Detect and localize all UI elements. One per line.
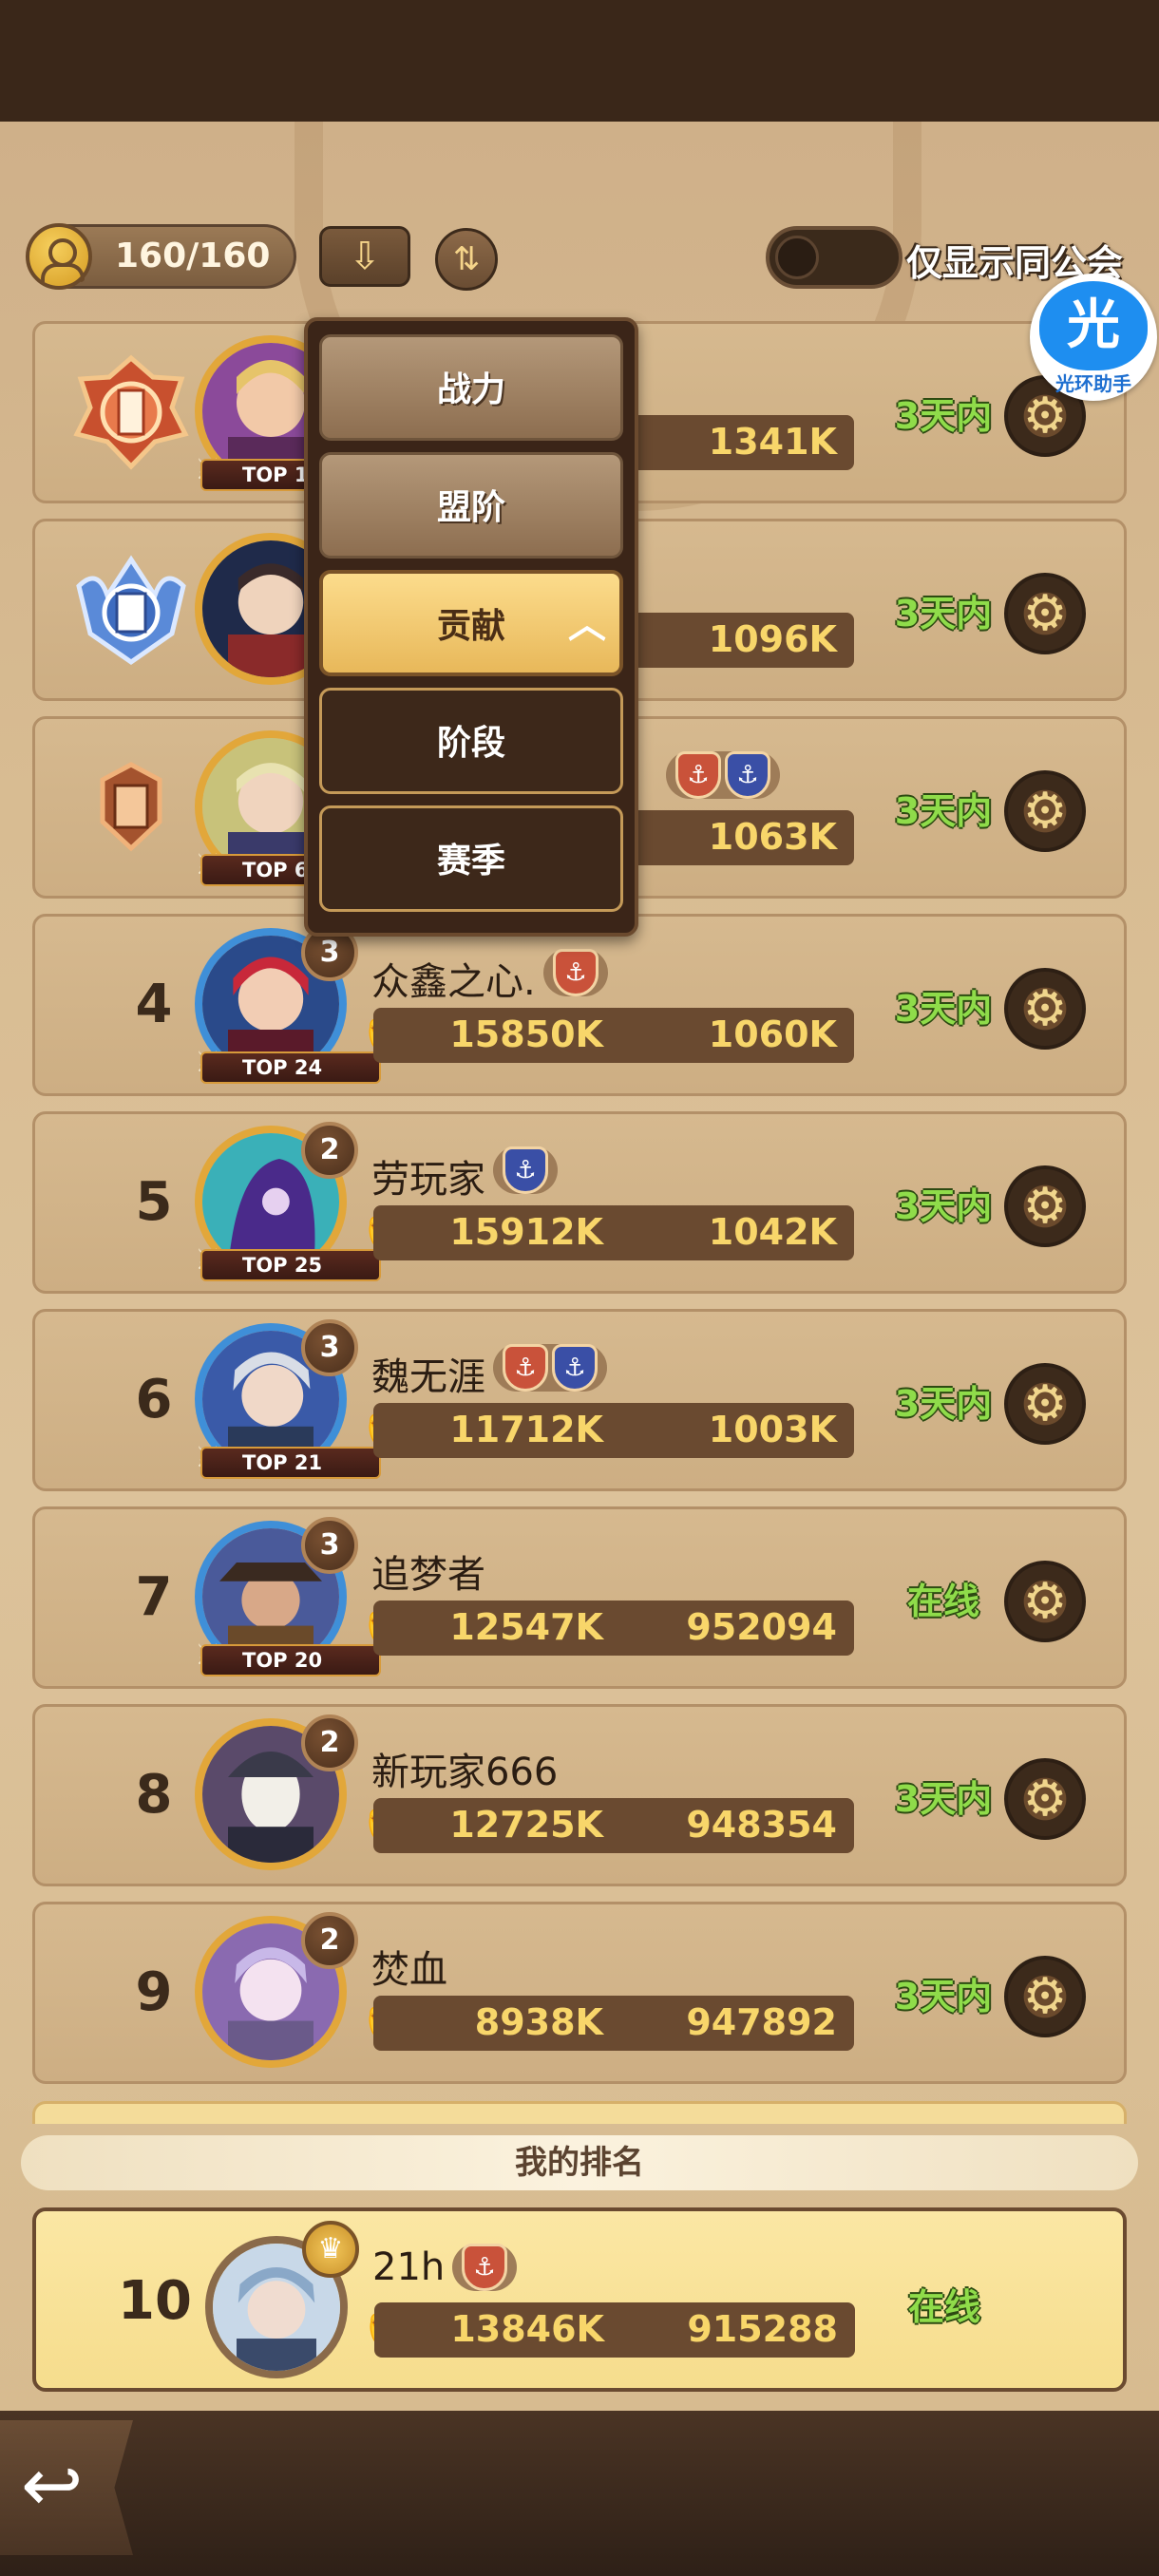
partial-row xyxy=(32,2101,1127,2124)
bottom-bar xyxy=(0,2411,1159,2576)
helper-label: 光环助手 xyxy=(1055,372,1131,395)
contribution-value: 1042K xyxy=(607,1205,854,1260)
player-name: 焚血 xyxy=(371,1948,447,1992)
contribution-value: 915288 xyxy=(608,2302,855,2358)
top-tag: TOP 21 xyxy=(200,1447,381,1479)
contribution-value: 1063K xyxy=(607,810,854,865)
contribution-value: 1003K xyxy=(607,1403,854,1458)
rank-row-4[interactable]: 4 3 ⚔ TOP 24 众鑫之心. ⚓ ✊ 15850K 🏆 1060K 3天… xyxy=(32,914,1127,1096)
gear-icon[interactable]: ⚙ xyxy=(1004,1758,1086,1840)
order-toggle-button[interactable]: ⇅ xyxy=(435,228,498,291)
rank-number: 10 xyxy=(118,2270,192,2332)
player-name: 21h xyxy=(372,2245,446,2289)
power-value: 13846K xyxy=(374,2302,621,2358)
caret-up-icon: ︿ xyxy=(568,603,606,647)
power-value: 15850K xyxy=(373,1008,620,1063)
top-tag: TOP 25 xyxy=(200,1249,381,1281)
gear-icon[interactable]: ⚙ xyxy=(1004,1165,1086,1247)
player-name: 追梦者 xyxy=(371,1553,485,1597)
gear-icon[interactable]: ⚙ xyxy=(1004,573,1086,654)
contribution-value: 948354 xyxy=(607,1798,854,1853)
player-name: 魏无涯 xyxy=(371,1355,485,1399)
top-tag: TOP 20 xyxy=(200,1644,381,1676)
power-value: 8938K xyxy=(373,1996,620,2051)
sort-option-label: 贡献 xyxy=(436,607,505,646)
anchor-blue-icon: ⚓ xyxy=(725,751,770,799)
member-count-text: 160/160 xyxy=(115,237,271,275)
power-value: 12547K xyxy=(373,1601,620,1656)
member-count: 160/160 xyxy=(26,223,296,290)
power-value: 12725K xyxy=(373,1798,620,1853)
member-icon xyxy=(26,223,92,290)
rank-2-medal-icon xyxy=(76,555,186,666)
sort-icon: ⇩ xyxy=(349,235,381,278)
anchor-red-icon: ⚓ xyxy=(503,1344,548,1392)
sort-option-contribution[interactable]: 贡献 ︿ xyxy=(319,570,623,676)
anchor-blue-icon: ⚓ xyxy=(503,1146,548,1194)
level-badge: 3 xyxy=(301,1517,358,1574)
top-tag: TOP 24 xyxy=(200,1051,381,1084)
sort-option-alliance-rank[interactable]: 盟阶 xyxy=(319,452,623,559)
power-value: 11712K xyxy=(373,1403,620,1458)
gear-icon[interactable]: ⚙ xyxy=(1004,1561,1086,1642)
player-name: 新玩家666 xyxy=(371,1751,559,1794)
gear-icon[interactable]: ⚙ xyxy=(1004,770,1086,852)
sort-dropdown: 战力 盟阶 贡献 ︿ 阶段 赛季 xyxy=(304,317,638,937)
rank-1-medal-icon xyxy=(73,354,189,470)
level-badge: 3 xyxy=(301,1319,358,1376)
helper-logo-icon: 光 xyxy=(1039,281,1148,370)
top-bar xyxy=(0,0,1159,122)
order-icon: ⇅ xyxy=(452,240,481,278)
guild-icons: ⚓ ⚓ xyxy=(493,1344,607,1392)
contribution-value: 947892 xyxy=(607,1996,854,2051)
sort-option-power[interactable]: 战力 xyxy=(319,334,623,441)
power-value: 15912K xyxy=(373,1205,620,1260)
online-status: 在线 xyxy=(907,2286,980,2328)
rank-row-9[interactable]: 9 2 焚血 ✊ 8938K 🏆 947892 3天内 ⚙ xyxy=(32,1902,1127,2084)
player-name: 众鑫之心. xyxy=(371,960,536,1004)
contribution-value: 1096K xyxy=(607,613,854,668)
guild-icons: ⚓ xyxy=(452,2244,517,2291)
helper-app-badge[interactable]: 光 光环助手 xyxy=(1030,274,1157,401)
contribution-value: 952094 xyxy=(607,1601,854,1656)
rank-row-5[interactable]: 5 2 ⚔ TOP 25 劳玩家 ⚓ ✊ 15912K 🏆 1042K 3天内 … xyxy=(32,1111,1127,1294)
level-badge: 2 xyxy=(301,1714,358,1771)
anchor-red-icon: ⚓ xyxy=(675,751,721,799)
gear-icon[interactable]: ⚙ xyxy=(1004,1956,1086,2037)
rank-row-7[interactable]: 7 3 ⚔ TOP 20 追梦者 ✊ 12547K 🏆 952094 在线 ⚙ xyxy=(32,1506,1127,1689)
toggle-knob xyxy=(775,236,819,279)
back-button[interactable]: ↩ xyxy=(0,2420,133,2555)
level-badge: 2 xyxy=(301,1122,358,1179)
rank-3-medal-icon xyxy=(100,762,162,852)
my-rank-header: 我的排名 xyxy=(21,2135,1138,2190)
guild-icons: ⚓ xyxy=(543,949,608,996)
contribution-value: 1060K xyxy=(607,1008,854,1063)
anchor-red-icon: ⚓ xyxy=(553,949,598,996)
player-name: 劳玩家 xyxy=(371,1158,485,1202)
crown-badge-icon: ♛ xyxy=(302,2221,359,2278)
guild-icons: ⚓ ⚓ xyxy=(666,751,780,799)
contribution-value: 1341K xyxy=(607,415,854,470)
back-arrow-icon: ↩ xyxy=(21,2443,84,2529)
sort-button[interactable]: ⇩ xyxy=(319,226,410,287)
same-guild-toggle[interactable] xyxy=(766,226,902,289)
rank-row-6[interactable]: 6 3 ⚔ TOP 21 魏无涯 ⚓ ⚓ ✊ 11712K 🏆 1003K 3天… xyxy=(32,1309,1127,1491)
gear-icon[interactable]: ⚙ xyxy=(1004,968,1086,1050)
sort-option-stage[interactable]: 阶段 xyxy=(319,688,623,794)
anchor-blue-icon: ⚓ xyxy=(552,1344,598,1392)
my-rank-title: 我的排名 xyxy=(515,2144,644,2182)
sort-option-season[interactable]: 赛季 xyxy=(319,805,623,912)
guild-icons: ⚓ xyxy=(493,1146,558,1194)
anchor-red-icon: ⚓ xyxy=(462,2244,507,2291)
my-rank-row[interactable]: 10 ♛ 21h ⚓ ✊ 13846K 🏆 915288 在线 xyxy=(32,2207,1127,2392)
gear-icon[interactable]: ⚙ xyxy=(1004,1363,1086,1445)
rank-row-8[interactable]: 8 2 新玩家666 ✊ 12725K 🏆 948354 3天内 ⚙ xyxy=(32,1704,1127,1886)
level-badge: 2 xyxy=(301,1912,358,1969)
